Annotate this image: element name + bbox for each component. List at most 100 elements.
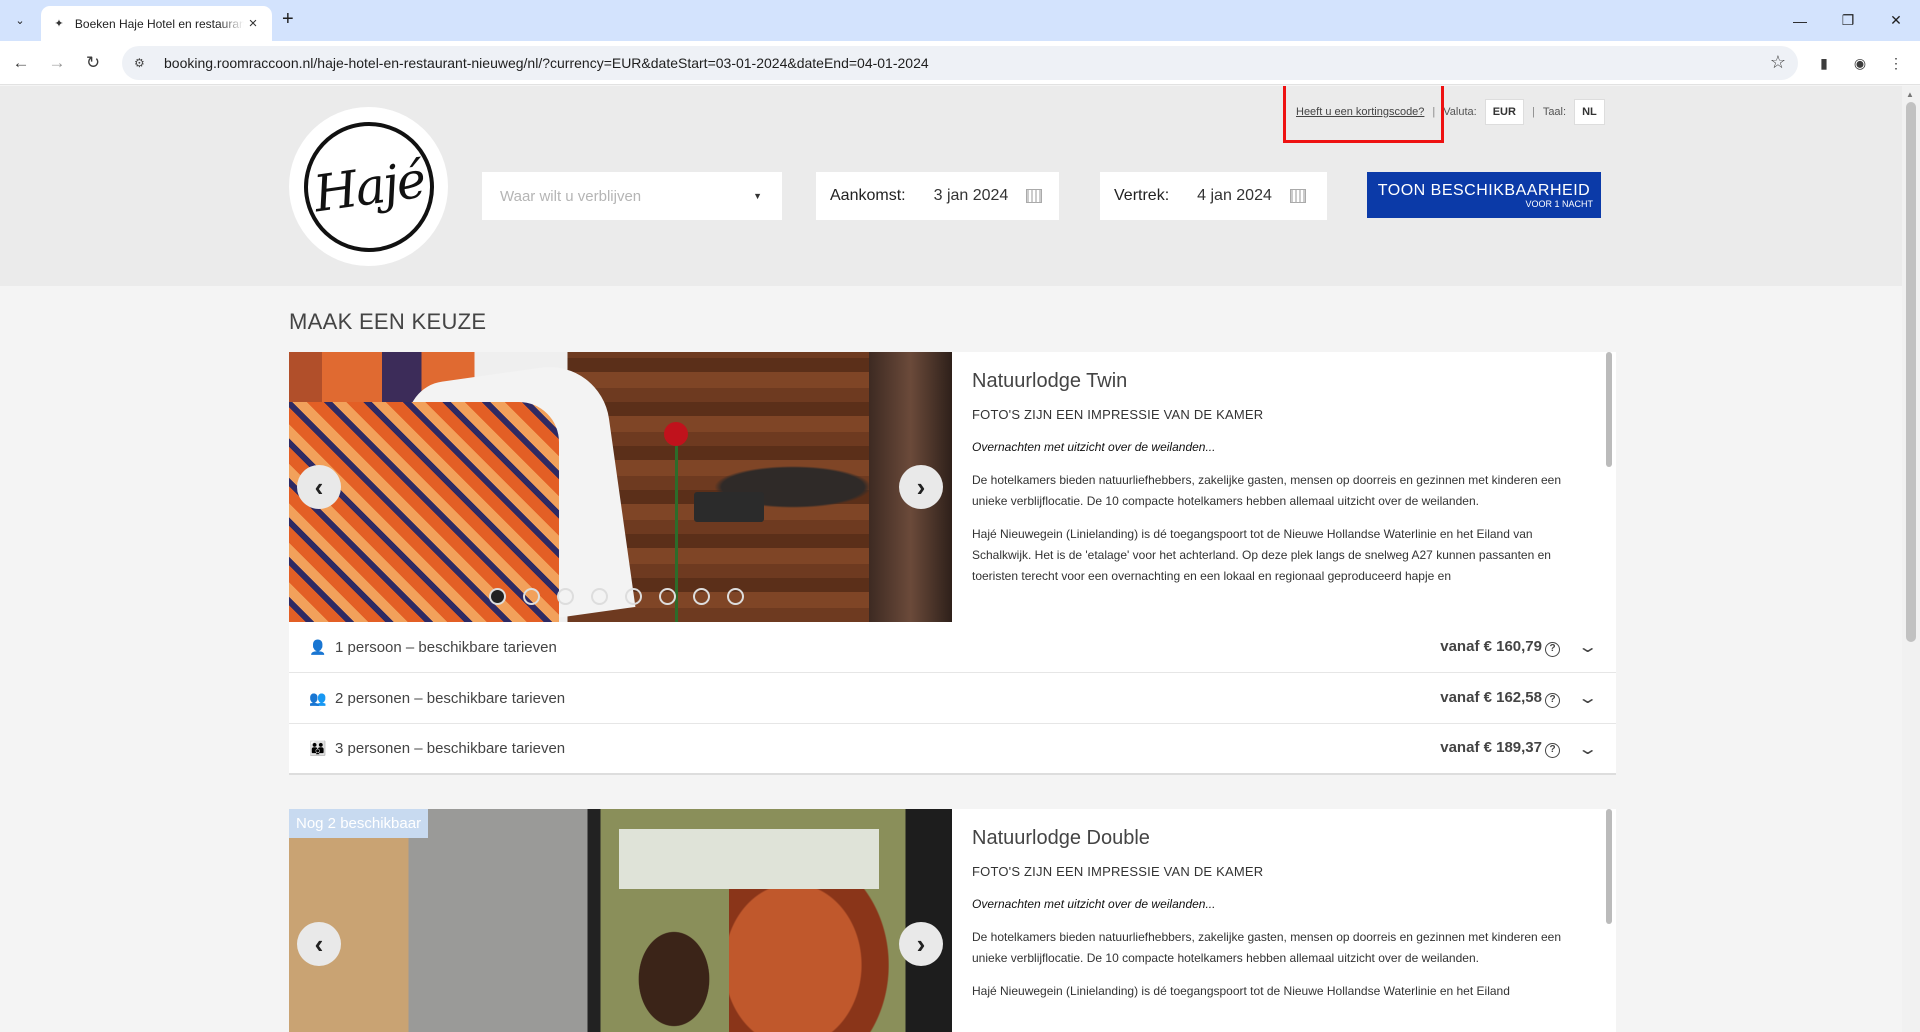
scroll-thumb[interactable] [1906,102,1916,642]
rate-price-text: vanaf € 162,58 [1440,688,1542,706]
room-desc-paragraph: De hotelkamers bieden natuurliefhebbers,… [972,473,1562,508]
calendar-icon[interactable] [1289,189,1306,203]
destination-placeholder: Waar wilt u verblijven [500,187,642,205]
room-description: Natuurlodge Double FOTO'S ZIJN EEN IMPRE… [952,809,1616,1032]
rate-row[interactable]: 👥 2 personen – beschikbare tarieven vana… [289,673,1616,724]
cta-sublabel: VOOR 1 NACHT [1525,198,1593,209]
room-card: Nog 2 beschikbaar ‹ › Natuurlodge Double… [289,809,1616,1032]
room-photo-carousel[interactable]: Nog 2 beschikbaar ‹ › [289,809,952,1032]
rate-label: 1 persoon – beschikbare tarieven [335,638,557,656]
cta-label: TOON BESCHIKBAARHEID [1377,181,1591,199]
language-selector[interactable]: NL [1574,99,1605,125]
arrival-value[interactable]: 3 jan 2024 [934,187,1009,205]
language-label: Taal: [1542,106,1567,118]
currency-selector[interactable]: EUR [1484,99,1524,125]
favicon-icon: ✦ [54,18,64,30]
two-persons-icon: 👥 [309,689,327,706]
info-icon[interactable]: ? [1545,692,1560,708]
side-panel-icon[interactable]: ▮ [1812,51,1836,75]
window-controls: — ❐ ✕ [1776,0,1920,41]
currency-label: Valuta: [1443,106,1477,118]
photo-horse-dark [629,919,719,1032]
restore-icon[interactable]: ❐ [1824,0,1872,41]
address-bar[interactable]: ⚙ booking.roomraccoon.nl/haje-hotel-en-r… [122,46,1798,80]
carousel-dot[interactable] [693,588,710,605]
section-title: MAAK EEN KEUZE [289,309,487,334]
rate-label: 3 personen – beschikbare tarieven [335,740,566,757]
prev-photo-icon[interactable]: ‹ [297,465,341,509]
logo-ring: Hajé [295,113,442,260]
three-persons-icon: 👪 [309,740,327,756]
carousel-dot[interactable] [591,588,608,605]
room-note: FOTO'S ZIJN EEN IMPRESSIE VAN DE KAMER [972,864,1264,879]
carousel-dots [489,588,744,605]
close-tab-icon[interactable]: × [244,15,262,32]
chevron-down-icon[interactable]: ⌄ [1577,688,1598,708]
room-name: Natuurlodge Double [972,827,1150,849]
separator: | [1531,106,1535,118]
url-text[interactable]: booking.roomraccoon.nl/haje-hotel-en-res… [164,55,929,71]
booking-header: Hajé Heeft u een kortingscode? | Valuta:… [0,86,1902,286]
carousel-dot[interactable] [625,588,642,605]
tab-search-icon[interactable]: ⌄ [9,9,31,31]
rate-price-text: vanaf € 189,37 [1440,739,1542,756]
carousel-dot[interactable] [557,588,574,605]
destination-select[interactable]: Waar wilt u verblijven ▼ [482,172,782,220]
browser-tab[interactable]: ✦ Boeken Haje Hotel en restaurant × [41,6,272,41]
page-scrollbar[interactable]: ▲ [1902,86,1920,1032]
back-icon[interactable]: ← [9,51,33,75]
show-availability-button[interactable]: TOON BESCHIKBAARHEID VOOR 1 NACHT [1367,172,1601,218]
rate-row[interactable]: 👪 3 personen – beschikbare tarieven vana… [289,724,1616,775]
arrival-date-field[interactable]: Aankomst: 3 jan 2024 [816,172,1059,220]
page-content: Hajé Heeft u een kortingscode? | Valuta:… [0,86,1902,1032]
forward-icon[interactable]: → [45,51,69,75]
reload-icon[interactable]: ↻ [81,51,105,75]
rate-row[interactable]: 👤 1 persoon – beschikbare tarieven vanaf… [289,622,1616,673]
room-note: FOTO'S ZIJN EEN IMPRESSIE VAN DE KAMER [972,407,1264,422]
chevron-down-icon[interactable]: ⌄ [1577,739,1598,759]
profile-icon[interactable]: ◉ [1848,51,1872,75]
carousel-dot[interactable] [489,588,506,605]
logo-text: Hajé [309,150,428,223]
next-photo-icon[interactable]: › [899,465,943,509]
person-icon: 👤 [309,638,327,655]
new-tab-icon[interactable]: + [282,8,294,31]
room-name: Natuurlodge Twin [972,370,1128,392]
annotation-highlight-box [1283,86,1444,143]
room-card: ‹ › Natuurlodge Twin FOTO'S ZIJN EEN IMP… [289,352,1616,775]
menu-icon[interactable]: ⋮ [1884,51,1908,75]
description-scrollbar[interactable] [1606,809,1612,924]
room-desc-paragraph: De hotelkamers bieden natuurliefhebbers,… [972,930,1562,965]
room-photo-carousel[interactable]: ‹ › [289,352,952,622]
info-icon[interactable]: ? [1545,641,1560,657]
rate-price: vanaf € 160,79? [1440,638,1560,657]
photo-horse [729,889,889,1032]
next-photo-icon[interactable]: › [899,922,943,966]
availability-badge: Nog 2 beschikbaar [289,809,429,838]
carousel-dot[interactable] [523,588,540,605]
departure-date-field[interactable]: Vertrek: 4 jan 2024 [1100,172,1327,220]
prev-photo-icon[interactable]: ‹ [297,922,341,966]
photo-sky [619,829,879,889]
departure-value[interactable]: 4 jan 2024 [1197,187,1272,205]
minimize-icon[interactable]: — [1776,0,1824,41]
hotel-logo[interactable]: Hajé [289,107,448,266]
bookmark-star-icon[interactable]: ☆ [1770,52,1786,73]
room-tagline: Overnachten met uitzicht over de weiland… [972,440,1216,454]
browser-tab-bar: ⌄ ✦ Boeken Haje Hotel en restaurant × + … [0,0,1920,41]
scroll-up-icon[interactable]: ▲ [1906,90,1914,99]
info-icon[interactable]: ? [1545,743,1560,758]
close-window-icon[interactable]: ✕ [1872,0,1920,41]
description-scrollbar[interactable] [1606,352,1612,467]
departure-label: Vertrek: [1114,187,1170,204]
rate-price-text: vanaf € 160,79 [1440,637,1542,655]
carousel-dot[interactable] [727,588,744,605]
calendar-icon[interactable] [1026,189,1043,203]
photo-rose [664,422,688,446]
rate-label: 2 personen – beschikbare tarieven [335,689,566,707]
carousel-dot[interactable] [659,588,676,605]
site-info-icon[interactable]: ⚙ [134,56,154,70]
chevron-down-icon[interactable]: ⌄ [1577,637,1598,657]
room-description: Natuurlodge Twin FOTO'S ZIJN EEN IMPRESS… [952,352,1616,622]
photo-socket [694,492,764,522]
